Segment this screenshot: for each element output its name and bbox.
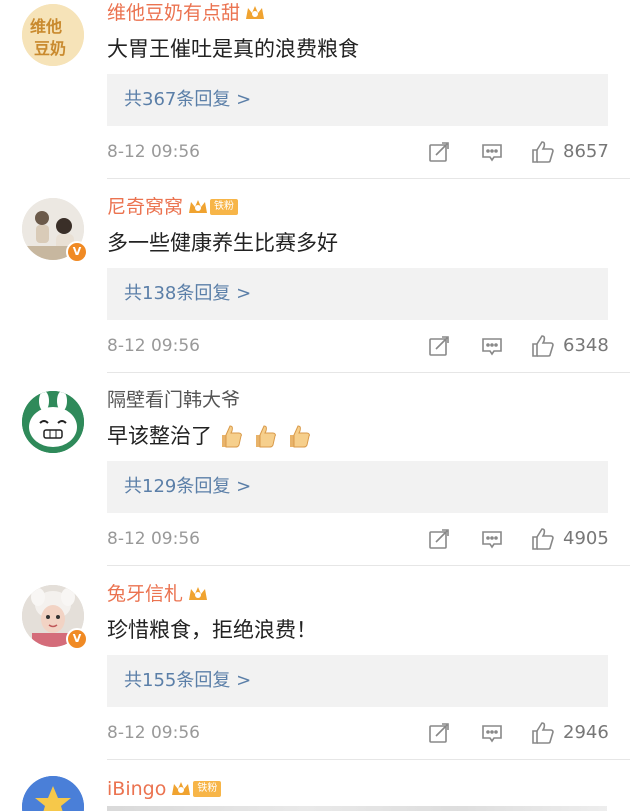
repost-icon[interactable]	[427, 334, 451, 358]
like-icon[interactable]	[531, 721, 555, 745]
comment-item: 隔壁看门韩大爷 早该整治了 共129条回复 > 8-12 09:56 4905	[0, 387, 630, 580]
timestamp: 8-12 09:56	[107, 529, 200, 549]
avatar[interactable]	[22, 776, 84, 811]
timestamp: 8-12 09:56	[107, 336, 200, 356]
thumbs-up-icon	[252, 423, 278, 449]
verified-badge-icon: V	[66, 628, 88, 650]
verified-badge-icon: V	[66, 241, 88, 263]
like-count: 2946	[563, 722, 609, 743]
username-row: 兔牙信札	[107, 581, 209, 607]
comment-text: 多一些健康养生比赛多好	[107, 231, 338, 255]
fan-badge: 铁粉	[193, 781, 222, 797]
username[interactable]: 尼奇窝窝	[107, 194, 183, 220]
avatar[interactable]	[22, 391, 84, 453]
username[interactable]: iBingo	[107, 776, 166, 802]
comment-icon[interactable]	[480, 527, 504, 551]
comment-icon[interactable]	[480, 721, 504, 745]
thumbs-up-icon	[218, 423, 244, 449]
like-icon[interactable]	[531, 140, 555, 164]
crown-icon	[170, 779, 192, 799]
like-count: 6348	[563, 335, 609, 356]
reply-count-link[interactable]: 共367条回复 >	[107, 74, 608, 126]
divider	[107, 565, 630, 566]
like-count: 8657	[563, 141, 609, 162]
username-row: 维他豆奶有点甜	[107, 0, 266, 26]
comment-text-cutoff	[107, 806, 607, 811]
timestamp: 8-12 09:56	[107, 723, 200, 743]
comment-item: V 尼奇窝窝 铁粉 多一些健康养生比赛多好 共138条回复 > 8-12 09:…	[0, 194, 630, 387]
username-row: 隔壁看门韩大爷	[107, 387, 240, 413]
comment-item: iBingo 铁粉	[0, 776, 630, 811]
comment-item: 维他 豆奶 维他豆奶有点甜 大胃王催吐是真的浪费粮食 共367条回复 > 8-1…	[0, 0, 630, 193]
avatar[interactable]: 维他 豆奶	[22, 4, 84, 66]
fan-badge: 铁粉	[210, 199, 239, 215]
reply-count-link[interactable]: 共129条回复 >	[107, 461, 608, 513]
divider	[107, 178, 630, 179]
comment-icon[interactable]	[480, 334, 504, 358]
username-row: iBingo 铁粉	[107, 776, 222, 802]
divider	[107, 759, 630, 760]
repost-icon[interactable]	[427, 140, 451, 164]
divider	[107, 372, 630, 373]
thumbs-up-icon	[286, 423, 312, 449]
comment-text: 大胃王催吐是真的浪费粮食	[107, 37, 359, 61]
like-count: 4905	[563, 528, 609, 549]
like-icon[interactable]	[531, 527, 555, 551]
crown-icon	[187, 584, 209, 604]
username[interactable]: 隔壁看门韩大爷	[107, 387, 240, 413]
comment-text: 珍惜粮食，拒绝浪费！	[107, 618, 317, 642]
comment-icon[interactable]	[480, 140, 504, 164]
like-icon[interactable]	[531, 334, 555, 358]
username[interactable]: 兔牙信札	[107, 581, 183, 607]
comment-text: 早该整治了	[107, 423, 312, 449]
username-row: 尼奇窝窝 铁粉	[107, 194, 239, 220]
username[interactable]: 维他豆奶有点甜	[107, 0, 240, 26]
comment-text-content: 早该整治了	[107, 424, 212, 448]
crown-icon	[187, 197, 209, 217]
svg-text:豆奶: 豆奶	[34, 39, 66, 58]
timestamp: 8-12 09:56	[107, 142, 200, 162]
repost-icon[interactable]	[427, 721, 451, 745]
reply-count-link[interactable]: 共155条回复 >	[107, 655, 608, 707]
reply-count-link[interactable]: 共138条回复 >	[107, 268, 608, 320]
crown-icon	[244, 3, 266, 23]
svg-text:维他: 维他	[30, 17, 62, 36]
repost-icon[interactable]	[427, 527, 451, 551]
comment-item: V 兔牙信札 珍惜粮食，拒绝浪费！ 共155条回复 > 8-12 09:56 2…	[0, 581, 630, 774]
